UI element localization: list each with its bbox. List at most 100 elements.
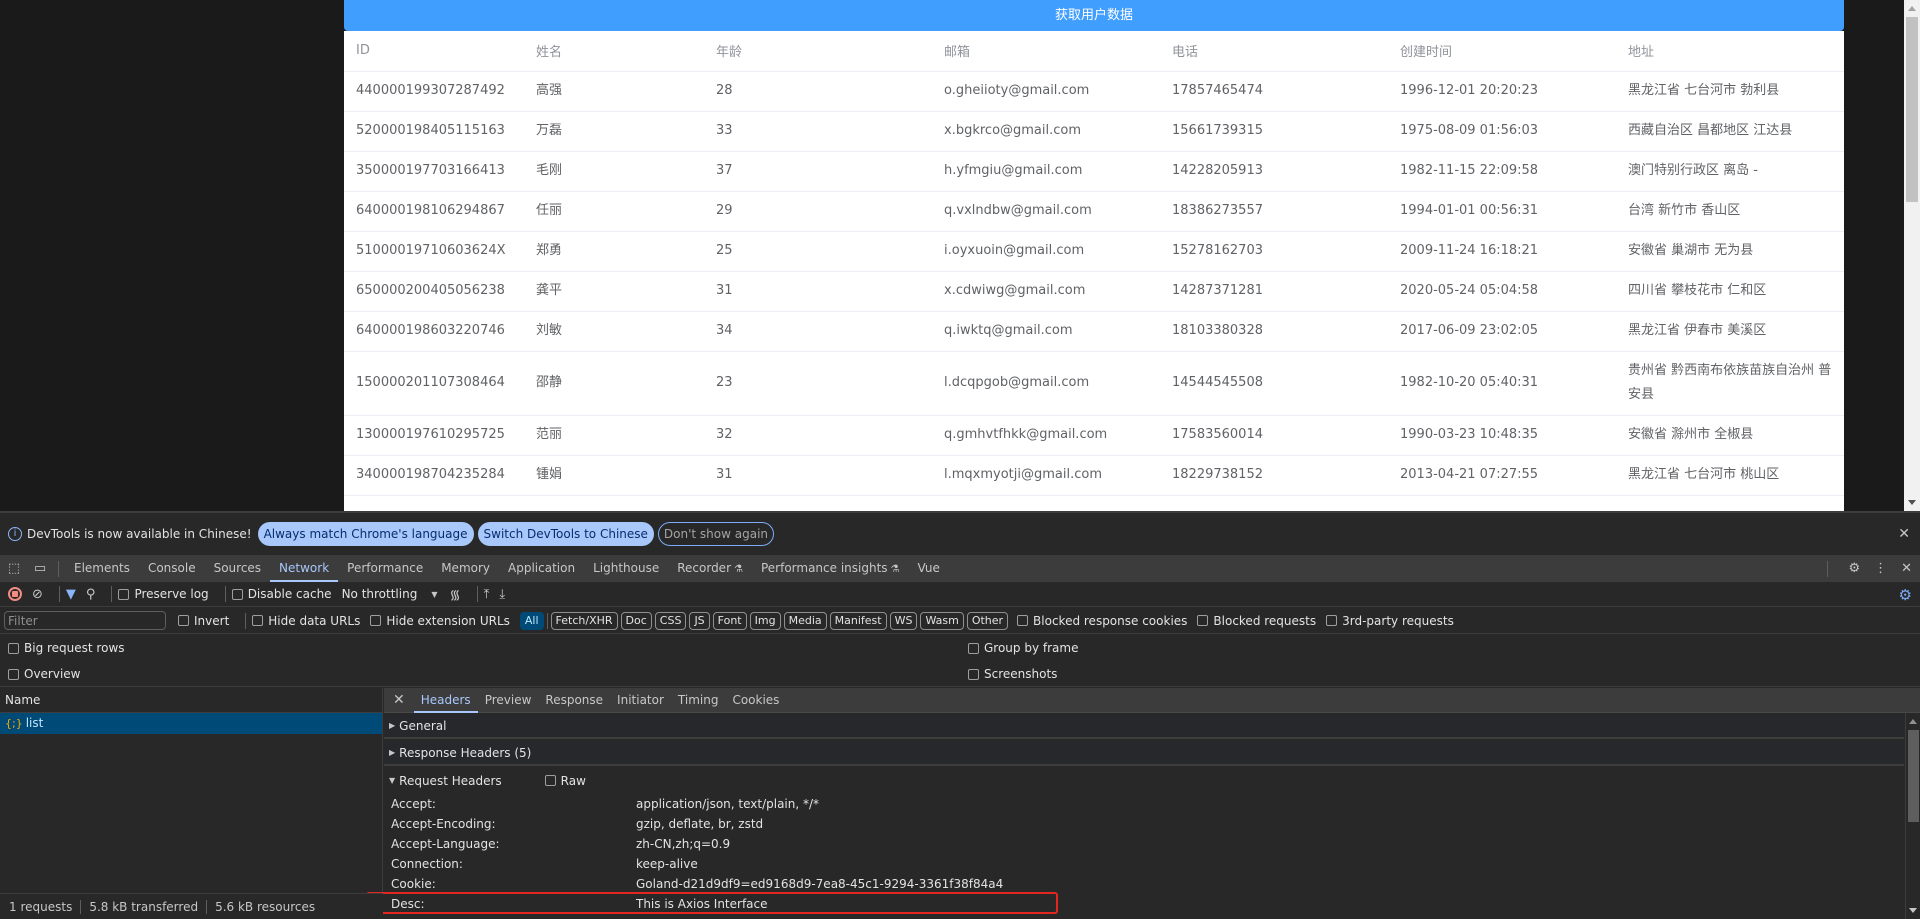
- table-row[interactable]: 350000197703166413 毛刚 37 h.yfmgiu@gmail.com…: [344, 151, 1844, 192]
- checkbox-box[interactable]: [118, 588, 130, 600]
- table-row[interactable]: 520000198405115163 万磊 33 x.bgkrco@gmail.com…: [344, 111, 1844, 152]
- detail-scrollbar[interactable]: [1905, 713, 1920, 919]
- tab-performance[interactable]: Performance: [338, 555, 432, 582]
- checkbox-box[interactable]: [370, 615, 382, 626]
- type-filter-js[interactable]: JS: [689, 611, 710, 630]
- request-header-row[interactable]: Accept-Language: zh-CN,zh;q=0.9: [384, 834, 1904, 854]
- big-request-rows-checkbox[interactable]: Big request rows: [8, 641, 125, 655]
- more-options-icon[interactable]: ⋮: [1874, 561, 1887, 576]
- raw-checkbox[interactable]: Raw: [544, 774, 586, 788]
- table-row[interactable]: 130000197610295725 范丽 32 q.gmhvtfhkk@gmail.…: [344, 415, 1844, 456]
- device-toolbar-icon[interactable]: ▭: [28, 561, 52, 576]
- type-filter-wasm[interactable]: Wasm: [920, 611, 964, 630]
- request-headers-section-toggle[interactable]: ▼ Request Headers Raw: [384, 768, 1904, 793]
- col-header-email[interactable]: 邮箱: [932, 31, 1160, 72]
- page-scrollbar[interactable]: [1904, 0, 1920, 511]
- type-filter-css[interactable]: CSS: [654, 611, 687, 630]
- checkbox-box[interactable]: [968, 668, 979, 680]
- response-headers-section-toggle[interactable]: ▶ Response Headers (5): [384, 741, 1904, 766]
- scroll-down-arrow-icon[interactable]: [1908, 500, 1916, 505]
- scroll-up-arrow-icon[interactable]: [1909, 719, 1917, 724]
- general-section-toggle[interactable]: ▶ General: [384, 714, 1904, 739]
- table-row[interactable]: 440000199307287492 高强 28 o.gheiioty@gmail.c…: [344, 71, 1844, 112]
- request-header-row[interactable]: Accept-Encoding: gzip, deflate, br, zstd: [384, 814, 1904, 834]
- col-header-age[interactable]: 年龄: [704, 31, 932, 72]
- type-filter-media[interactable]: Media: [783, 611, 827, 630]
- network-settings-gear-icon[interactable]: ⚙: [1899, 586, 1912, 604]
- fetch-users-button[interactable]: 获取用户数据: [344, 0, 1844, 31]
- scroll-up-arrow-icon[interactable]: [1908, 6, 1916, 11]
- checkbox-box[interactable]: [1017, 615, 1029, 626]
- tab-sources[interactable]: Sources: [205, 555, 270, 582]
- table-row[interactable]: 650000200405056238 龚平 31 x.cdwiwg@gmail.com…: [344, 271, 1844, 312]
- import-har-icon[interactable]: ⤒: [484, 587, 490, 602]
- name-column-header[interactable]: Name: [0, 688, 382, 713]
- tab-elements[interactable]: Elements: [65, 555, 139, 582]
- checkbox-box[interactable]: [231, 588, 243, 600]
- switch-to-chinese-button[interactable]: Switch DevTools to Chinese: [477, 522, 654, 546]
- disable-cache-checkbox[interactable]: Disable cache: [231, 587, 332, 601]
- stop-recording-icon[interactable]: [8, 587, 22, 601]
- blocked-requests-checkbox[interactable]: Blocked requests: [1197, 614, 1316, 628]
- close-detail-icon[interactable]: ✕: [384, 692, 414, 708]
- detail-tab-headers[interactable]: Headers: [413, 688, 478, 713]
- type-filter-manifest[interactable]: Manifest: [829, 611, 887, 630]
- checkbox-box[interactable]: [252, 615, 264, 626]
- col-header-id[interactable]: ID: [344, 31, 524, 72]
- blocked-response-cookies-checkbox[interactable]: Blocked response cookies: [1017, 614, 1187, 628]
- checkbox-box[interactable]: [1326, 615, 1338, 626]
- col-header-address[interactable]: 地址: [1616, 31, 1844, 72]
- table-row[interactable]: 640000198106294867 任丽 29 q.vxlndbw@gmail.co…: [344, 191, 1844, 232]
- tab-network[interactable]: Network: [270, 555, 339, 582]
- table-row[interactable]: 640000198603220746 刘敏 34 q.iwktq@gmail.com 1…: [344, 311, 1844, 352]
- scrollbar-thumb[interactable]: [1906, 17, 1918, 202]
- tab-lighthouse[interactable]: Lighthouse: [584, 555, 668, 582]
- detail-tab-response[interactable]: Response: [538, 688, 610, 713]
- checkbox-box[interactable]: [544, 775, 556, 786]
- type-filter-all[interactable]: All: [519, 611, 544, 630]
- scroll-down-arrow-icon[interactable]: [1909, 908, 1917, 913]
- overview-checkbox[interactable]: Overview: [8, 667, 81, 681]
- request-header-row[interactable]: Accept: application/json, text/plain, */*: [384, 794, 1904, 814]
- third-party-requests-checkbox[interactable]: 3rd-party requests: [1326, 614, 1454, 628]
- detail-tab-cookies[interactable]: Cookies: [725, 688, 786, 713]
- settings-gear-icon[interactable]: ⚙: [1848, 561, 1860, 576]
- tab-vue[interactable]: Vue: [909, 555, 949, 582]
- request-header-row[interactable]: Connection: keep-alive: [384, 854, 1904, 874]
- search-icon[interactable]: ⚲: [86, 587, 96, 602]
- throttling-select[interactable]: No throttling ▼: [342, 587, 438, 601]
- type-filter-fetch-xhr[interactable]: Fetch/XHR: [550, 611, 618, 630]
- tab-application[interactable]: Application: [499, 555, 584, 582]
- checkbox-box[interactable]: [1197, 615, 1209, 626]
- table-row-partial[interactable]: [344, 495, 1844, 511]
- checkbox-box[interactable]: [8, 642, 19, 654]
- checkbox-box[interactable]: [968, 642, 979, 654]
- close-devtools-icon[interactable]: ✕: [1901, 561, 1912, 576]
- col-header-phone[interactable]: 电话: [1160, 31, 1388, 72]
- tab-memory[interactable]: Memory: [432, 555, 499, 582]
- detail-tab-initiator[interactable]: Initiator: [610, 688, 671, 713]
- inspect-element-icon[interactable]: ⬚: [2, 561, 26, 576]
- checkbox-box[interactable]: [178, 615, 189, 626]
- table-row[interactable]: 51000019710603624X 郑勇 25 i.oyxuoin@gmail.co…: [344, 231, 1844, 272]
- filter-funnel-icon[interactable]: ▼: [66, 587, 76, 602]
- checkbox-box[interactable]: [8, 668, 19, 680]
- detail-tab-preview[interactable]: Preview: [478, 688, 539, 713]
- type-filter-img[interactable]: Img: [749, 611, 781, 630]
- tab-recorder[interactable]: Recorder ⚗: [668, 555, 752, 582]
- tab-performance-insights[interactable]: Performance insights ⚗: [752, 555, 909, 582]
- dont-show-again-button[interactable]: Don't show again: [657, 522, 775, 546]
- tab-console[interactable]: Console: [139, 555, 205, 582]
- request-header-row[interactable]: Cookie: Goland-d21d9df9=ed9168d9-7ea8-45c…: [384, 874, 1904, 894]
- type-filter-other[interactable]: Other: [966, 611, 1009, 630]
- col-header-created[interactable]: 创建时间: [1388, 31, 1616, 72]
- table-row[interactable]: 340000198704235284 锺娟 31 l.mqxmyotji@gmail.…: [344, 455, 1844, 496]
- type-filter-doc[interactable]: Doc: [620, 611, 652, 630]
- network-conditions-icon[interactable]: ᯾: [449, 585, 460, 603]
- type-filter-ws[interactable]: WS: [889, 611, 918, 630]
- request-row[interactable]: {;} list: [0, 713, 382, 734]
- group-by-frame-checkbox[interactable]: Group by frame: [968, 641, 1078, 655]
- hide-data-urls-checkbox[interactable]: Hide data URLs: [252, 614, 360, 628]
- detail-tab-timing[interactable]: Timing: [671, 688, 726, 713]
- col-header-name[interactable]: 姓名: [524, 31, 704, 72]
